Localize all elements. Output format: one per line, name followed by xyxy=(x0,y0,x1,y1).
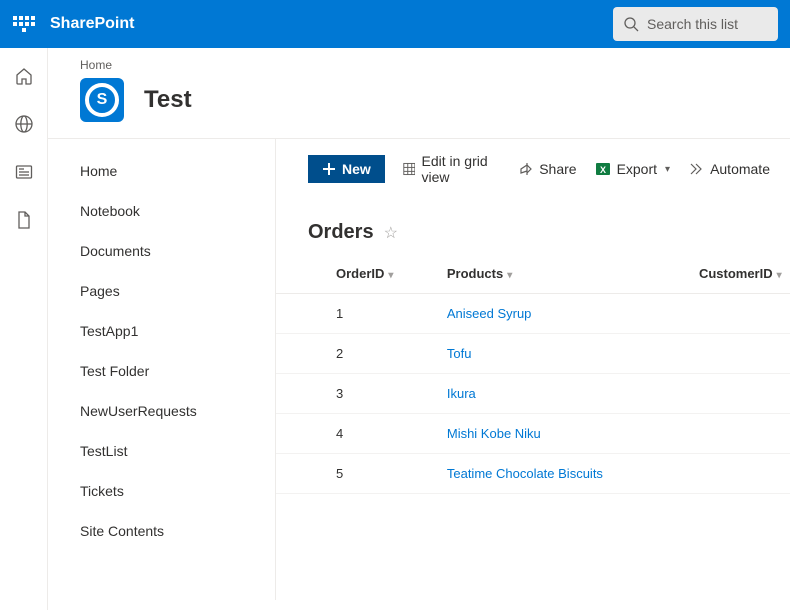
cell-orderid: 5 xyxy=(326,454,437,494)
search-icon xyxy=(623,16,639,32)
cell-products[interactable]: Tofu xyxy=(437,334,689,374)
chevron-down-icon: ▾ xyxy=(388,270,393,281)
nav-item-pages[interactable]: Pages xyxy=(48,271,275,311)
column-header-customerid[interactable]: CustomerID▾ xyxy=(689,254,790,294)
chevron-down-icon: ▾ xyxy=(507,270,512,281)
cell-customerid xyxy=(689,294,790,334)
app-launcher-icon[interactable] xyxy=(12,12,36,36)
share-icon xyxy=(517,161,533,177)
search-box[interactable]: Search this list xyxy=(613,7,778,41)
list-area: New Edit in grid view Share X Export ▾ xyxy=(276,139,790,600)
left-rail xyxy=(0,48,48,610)
automate-button[interactable]: Automate xyxy=(688,161,770,177)
cell-customerid xyxy=(689,374,790,414)
nav-item-newuserrequests[interactable]: NewUserRequests xyxy=(48,391,275,431)
list-table: OrderID▾ Products▾ CustomerID▾ 1 Aniseed… xyxy=(276,254,790,494)
nav-item-testfolder[interactable]: Test Folder xyxy=(48,351,275,391)
share-label: Share xyxy=(539,161,576,177)
site-logo[interactable]: S xyxy=(80,78,124,122)
row-selector[interactable] xyxy=(276,374,326,414)
export-label: Export xyxy=(617,161,657,177)
nav-item-testlist[interactable]: TestList xyxy=(48,431,275,471)
export-button[interactable]: X Export ▾ xyxy=(595,161,671,177)
cell-orderid: 1 xyxy=(326,294,437,334)
table-row[interactable]: 1 Aniseed Syrup xyxy=(276,294,790,334)
table-row[interactable]: 5 Teatime Chocolate Biscuits xyxy=(276,454,790,494)
cell-products[interactable]: Aniseed Syrup xyxy=(437,294,689,334)
favorite-star-icon[interactable]: ☆ xyxy=(384,223,398,243)
search-placeholder: Search this list xyxy=(647,16,738,32)
table-row[interactable]: 3 Ikura xyxy=(276,374,790,414)
edit-grid-label: Edit in grid view xyxy=(421,153,499,185)
cell-products[interactable]: Ikura xyxy=(437,374,689,414)
site-title[interactable]: Test xyxy=(144,86,192,114)
nav-item-documents[interactable]: Documents xyxy=(48,231,275,271)
svg-text:X: X xyxy=(600,165,606,175)
home-icon[interactable] xyxy=(14,66,34,86)
row-selector[interactable] xyxy=(276,454,326,494)
breadcrumb[interactable]: Home xyxy=(80,58,758,72)
select-all-column[interactable] xyxy=(276,254,326,294)
header-bar: SharePoint Search this list xyxy=(0,0,790,48)
command-bar: New Edit in grid view Share X Export ▾ xyxy=(276,139,790,199)
nav-item-home[interactable]: Home xyxy=(48,151,275,191)
main-area: Home S Test Home Notebook Documents Page… xyxy=(48,48,790,610)
cell-orderid: 2 xyxy=(326,334,437,374)
site-logo-letter: S xyxy=(97,91,108,109)
cell-products[interactable]: Teatime Chocolate Biscuits xyxy=(437,454,689,494)
site-nav: Home Notebook Documents Pages TestApp1 T… xyxy=(48,139,276,600)
site-hub: Home S Test xyxy=(48,48,790,138)
nav-item-notebook[interactable]: Notebook xyxy=(48,191,275,231)
nav-item-tickets[interactable]: Tickets xyxy=(48,471,275,511)
share-button[interactable]: Share xyxy=(517,161,576,177)
row-selector[interactable] xyxy=(276,334,326,374)
column-header-orderid[interactable]: OrderID▾ xyxy=(326,254,437,294)
news-icon[interactable] xyxy=(14,162,34,182)
flow-icon xyxy=(688,161,704,177)
nav-item-sitecontents[interactable]: Site Contents xyxy=(48,511,275,551)
cell-orderid: 4 xyxy=(326,414,437,454)
edit-grid-button[interactable]: Edit in grid view xyxy=(403,153,499,185)
nav-item-testapp1[interactable]: TestApp1 xyxy=(48,311,275,351)
cell-products[interactable]: Mishi Kobe Niku xyxy=(437,414,689,454)
plus-icon xyxy=(322,162,336,176)
new-button[interactable]: New xyxy=(308,155,385,183)
table-row[interactable]: 2 Tofu xyxy=(276,334,790,374)
cell-orderid: 3 xyxy=(326,374,437,414)
globe-icon[interactable] xyxy=(14,114,34,134)
row-selector[interactable] xyxy=(276,294,326,334)
chevron-down-icon: ▾ xyxy=(777,270,782,281)
new-button-label: New xyxy=(342,161,371,177)
cell-customerid xyxy=(689,454,790,494)
content-row: Home Notebook Documents Pages TestApp1 T… xyxy=(48,138,790,600)
row-selector[interactable] xyxy=(276,414,326,454)
table-row[interactable]: 4 Mishi Kobe Niku xyxy=(276,414,790,454)
cell-customerid xyxy=(689,334,790,374)
site-title-row: S Test xyxy=(80,78,758,122)
cell-customerid xyxy=(689,414,790,454)
app-name[interactable]: SharePoint xyxy=(50,15,134,33)
list-title-row: Orders ☆ xyxy=(276,199,790,254)
column-header-products[interactable]: Products▾ xyxy=(437,254,689,294)
grid-icon xyxy=(403,161,416,177)
excel-icon: X xyxy=(595,161,611,177)
table-header-row: OrderID▾ Products▾ CustomerID▾ xyxy=(276,254,790,294)
list-table-wrap: OrderID▾ Products▾ CustomerID▾ 1 Aniseed… xyxy=(276,254,790,494)
list-title: Orders xyxy=(308,221,374,244)
file-icon[interactable] xyxy=(14,210,34,230)
automate-label: Automate xyxy=(710,161,770,177)
chevron-down-icon: ▾ xyxy=(665,164,670,175)
